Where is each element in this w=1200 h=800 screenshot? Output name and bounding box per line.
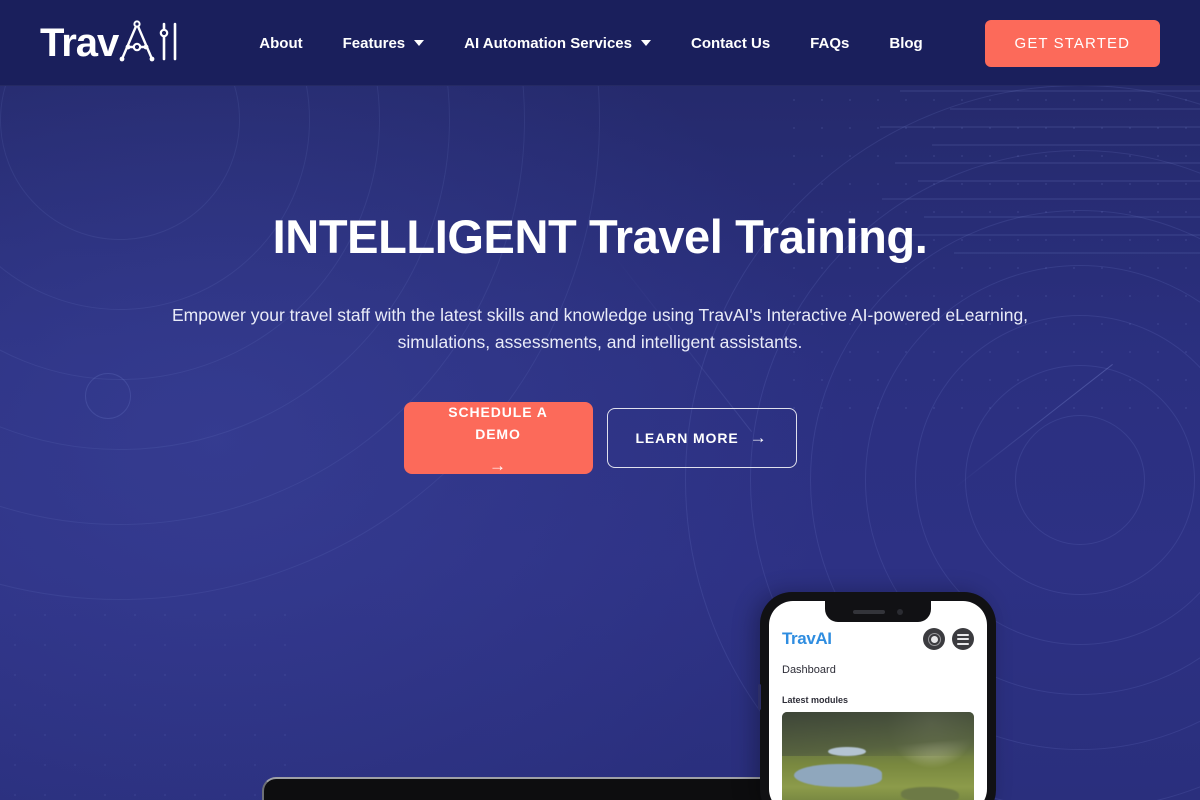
phone-screen: TravAI Dashboard Latest modules bbox=[769, 601, 987, 800]
get-started-button[interactable]: GET STARTED bbox=[984, 19, 1160, 67]
button-label: SCHEDULE A DEMO bbox=[448, 404, 548, 442]
landscape-ridge bbox=[782, 712, 974, 757]
arrow-right-icon: → bbox=[749, 428, 768, 448]
nav-label: Contact Us bbox=[690, 34, 771, 52]
landscape-rock bbox=[901, 786, 959, 800]
phone-notch bbox=[825, 601, 931, 622]
menu-icon[interactable] bbox=[952, 628, 974, 650]
app-logo: TravAI bbox=[782, 629, 832, 649]
nav-item-faqs[interactable]: FAQs bbox=[790, 35, 869, 52]
chevron-down-icon bbox=[640, 40, 651, 46]
app-logo-trav: Trav bbox=[782, 629, 816, 648]
dot-grid-pattern-left bbox=[0, 600, 300, 800]
app-body: Dashboard Latest modules bbox=[769, 650, 987, 800]
nav-item-contact-us[interactable]: Contact Us bbox=[671, 35, 790, 52]
hero-subtitle: Empower your travel staff with the lates… bbox=[171, 304, 1029, 352]
main-navigation: About Features AI Automation Services Co… bbox=[259, 35, 984, 52]
settings-icon[interactable] bbox=[923, 628, 945, 650]
nav-item-about[interactable]: About bbox=[259, 35, 322, 52]
phone-side-button bbox=[758, 684, 761, 710]
nav-label: Blog bbox=[889, 34, 923, 52]
chevron-down-icon bbox=[414, 40, 425, 46]
schedule-demo-button[interactable]: SCHEDULE A DEMO → bbox=[403, 401, 593, 475]
phone-camera-icon bbox=[897, 608, 903, 615]
landscape-upper-lake bbox=[828, 746, 867, 757]
phone-mockup: TravAI Dashboard Latest modules bbox=[758, 592, 996, 800]
hamburger-glyph bbox=[957, 633, 969, 645]
app-header: TravAI bbox=[769, 601, 987, 650]
settings-glyph bbox=[930, 635, 938, 643]
app-section-title: Latest modules bbox=[782, 695, 849, 705]
logo[interactable]: Trav bbox=[40, 19, 181, 67]
nav-item-ai-automation-services[interactable]: AI Automation Services bbox=[444, 35, 671, 52]
learn-more-button[interactable]: LEARN MORE → bbox=[606, 407, 797, 468]
app-header-icons bbox=[923, 628, 974, 650]
arrow-right-icon: → bbox=[489, 455, 507, 475]
logo-text-trav: Trav bbox=[40, 21, 119, 65]
nav-label: About bbox=[259, 34, 303, 52]
nav-item-blog[interactable]: Blog bbox=[869, 35, 942, 52]
nav-label: FAQs bbox=[810, 34, 850, 52]
nav-label: AI Automation Services bbox=[464, 34, 632, 52]
nav-item-features[interactable]: Features bbox=[323, 35, 445, 52]
logo-ai-circuit-icon bbox=[119, 19, 181, 67]
nav-label: Features bbox=[342, 34, 406, 52]
laptop-mockup bbox=[262, 777, 807, 800]
hero-section: INTELLIGENT Travel Training. Empower you… bbox=[0, 86, 1200, 474]
site-header: Trav About Features AI Automation Servic… bbox=[0, 0, 1200, 86]
landscape-lower-lake bbox=[793, 763, 882, 787]
app-logo-ai: AI bbox=[815, 629, 832, 648]
module-card-image[interactable] bbox=[782, 712, 974, 800]
phone-speaker bbox=[853, 609, 885, 614]
button-label: LEARN MORE bbox=[635, 429, 739, 446]
page-title: INTELLIGENT Travel Training. bbox=[272, 210, 928, 263]
hero-button-row: SCHEDULE A DEMO → LEARN MORE → bbox=[0, 401, 1200, 475]
app-page-title: Dashboard bbox=[782, 664, 836, 676]
landing-page: Trav About Features AI Automation Servic… bbox=[0, 0, 1200, 800]
